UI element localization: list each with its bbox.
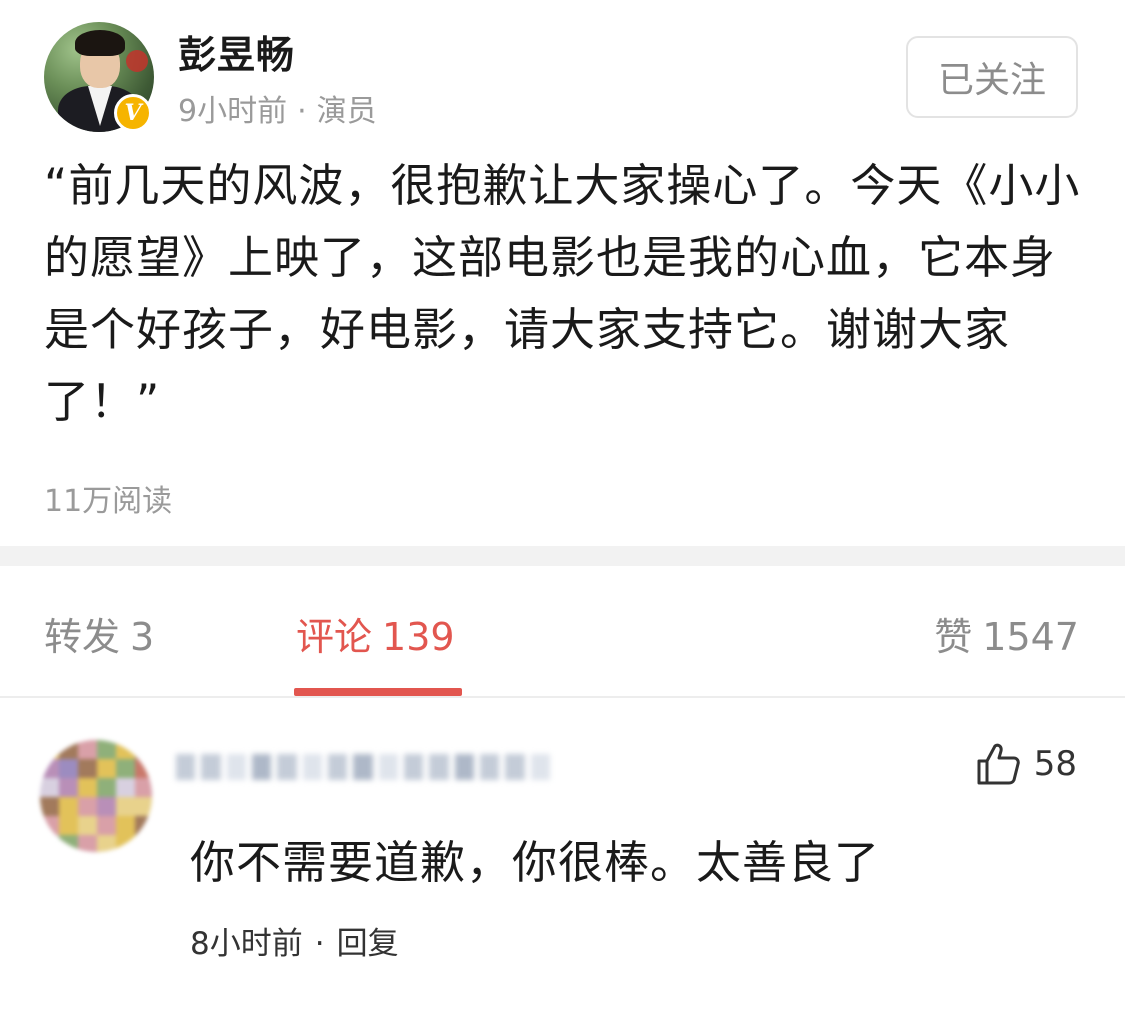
- comment-time: 8小时前: [190, 926, 303, 962]
- commenter-avatar[interactable]: [40, 740, 152, 852]
- tab-comments-label: 评论: [296, 615, 373, 659]
- comment-item: 58 你不需要道歉，你很棒。太善良了 8小时前 · 回复: [0, 700, 1125, 1010]
- tab-bar: 转发 3 评论 139 赞 1547: [0, 566, 1125, 698]
- tab-likes-label: 赞: [934, 615, 973, 659]
- post-time: 9小时前: [178, 94, 288, 129]
- post-meta: 9小时前 · 演员: [178, 86, 377, 130]
- comment-meta: 8小时前 · 回复: [190, 918, 399, 963]
- reply-button[interactable]: 回复: [337, 926, 399, 962]
- author-tag: 演员: [316, 94, 377, 129]
- commenter-name-redacted[interactable]: [176, 744, 550, 790]
- tab-reposts-count: 3: [130, 615, 155, 659]
- comment-meta-separator: ·: [314, 926, 325, 962]
- post-header: V 彭昱畅 9小时前 · 演员 已关注: [0, 0, 1125, 140]
- follow-button[interactable]: 已关注: [906, 36, 1078, 118]
- tab-reposts-label: 转发: [44, 615, 121, 659]
- verified-badge-icon: V: [114, 94, 152, 132]
- tab-likes[interactable]: 赞 1547: [934, 606, 1079, 661]
- section-divider: [0, 546, 1125, 566]
- tab-comments-count: 139: [382, 615, 455, 659]
- comment-text: 你不需要道歉，你很棒。太善良了: [190, 836, 881, 889]
- comment-like-button[interactable]: 58: [976, 742, 1077, 786]
- author-name[interactable]: 彭昱畅: [178, 24, 295, 79]
- tab-comments[interactable]: 评论 139: [296, 606, 455, 661]
- meta-separator: ·: [297, 94, 307, 129]
- thumbs-up-icon: [976, 742, 1022, 786]
- read-count: 11万阅读: [44, 484, 173, 519]
- comment-like-count: 58: [1033, 744, 1077, 784]
- post-text: “前几天的风波，很抱歉让大家操心了。今天《小小的愿望》上映了，这部电影也是我的心…: [44, 159, 1081, 428]
- active-tab-indicator: [294, 688, 462, 696]
- tab-likes-count: 1547: [982, 615, 1079, 659]
- tab-reposts[interactable]: 转发 3: [44, 606, 154, 661]
